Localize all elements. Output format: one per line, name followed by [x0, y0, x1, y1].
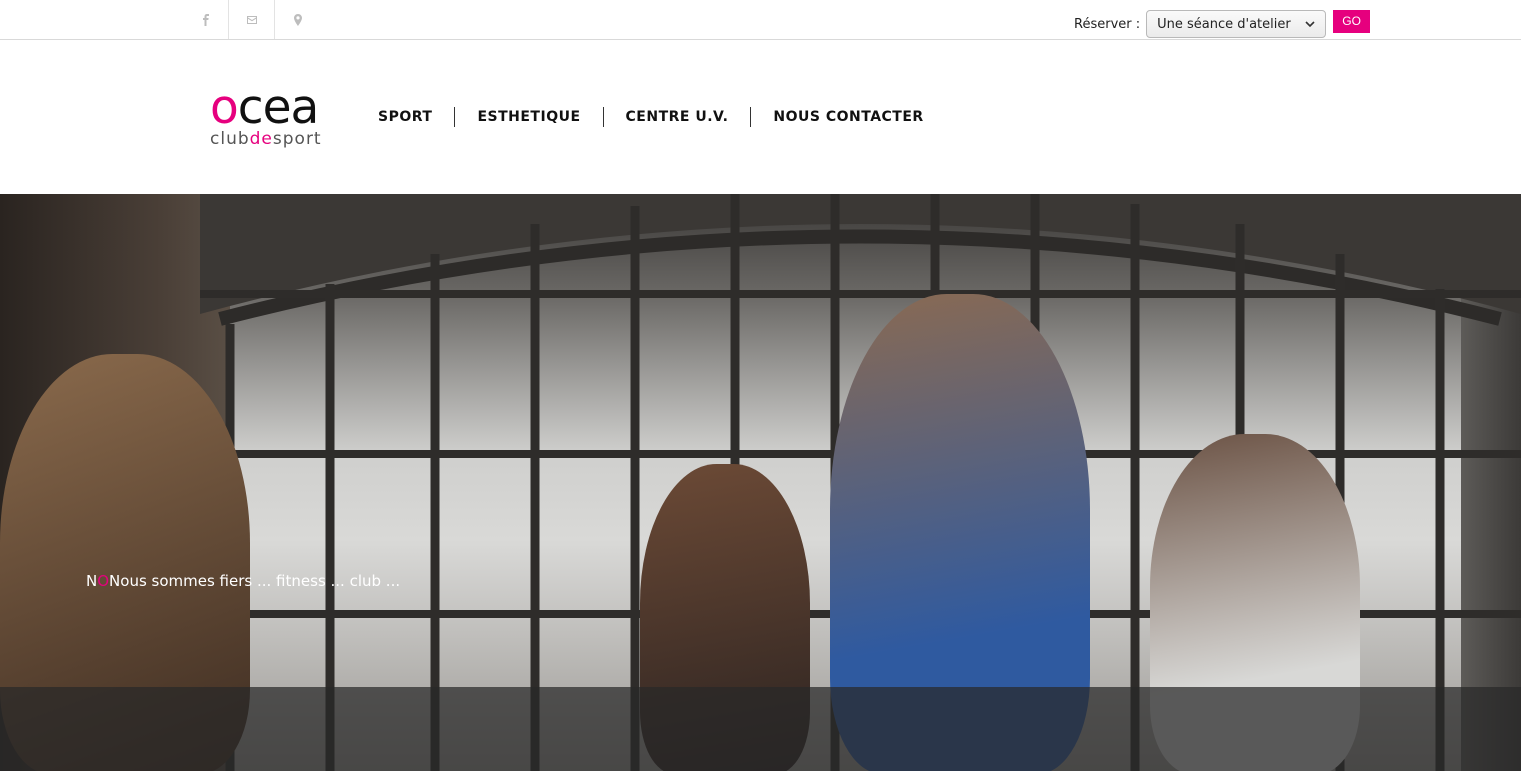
reserve-select[interactable]: Une séance d'atelier: [1146, 10, 1327, 38]
email-link[interactable]: [229, 0, 275, 39]
main-nav: SPORT ESTHETIQUE CENTRE U.V. NOUS CONTAC…: [378, 106, 946, 128]
reserve-select-value: Une séance d'atelier: [1157, 16, 1291, 32]
chevron-down-icon: [1305, 21, 1315, 28]
nav-item-contact[interactable]: NOUS CONTACTER: [750, 107, 945, 127]
email-icon: [246, 15, 257, 24]
go-button[interactable]: GO: [1333, 9, 1371, 33]
top-bar: Réserver : Une séance d'atelier GO: [0, 0, 1521, 40]
hero-caption: NONous sommes fiers ... fitness ... club…: [86, 572, 401, 590]
logo-wordmark: ocea: [210, 80, 319, 135]
facebook-link[interactable]: [183, 0, 229, 39]
location-icon: [294, 13, 302, 26]
logo[interactable]: ocea clubdesport: [210, 80, 350, 149]
nav-item-esthetique[interactable]: ESTHETIQUE: [454, 107, 602, 127]
social-links: [183, 0, 321, 39]
site-header: ocea clubdesport SPORT ESTHETIQUE CENTRE…: [0, 40, 1521, 194]
facebook-icon: [202, 13, 209, 26]
nav-item-sport[interactable]: SPORT: [378, 107, 454, 127]
logo-tagline: clubdesport: [210, 129, 322, 149]
reserve-label: Réserver :: [1074, 16, 1141, 32]
reserve-form: Réserver : Une séance d'atelier GO: [1074, 9, 1371, 38]
hero-caption-band: [0, 687, 1521, 771]
nav-item-centre-uv[interactable]: CENTRE U.V.: [602, 107, 751, 127]
hero-banner: [0, 194, 1521, 771]
location-link[interactable]: [275, 0, 321, 39]
